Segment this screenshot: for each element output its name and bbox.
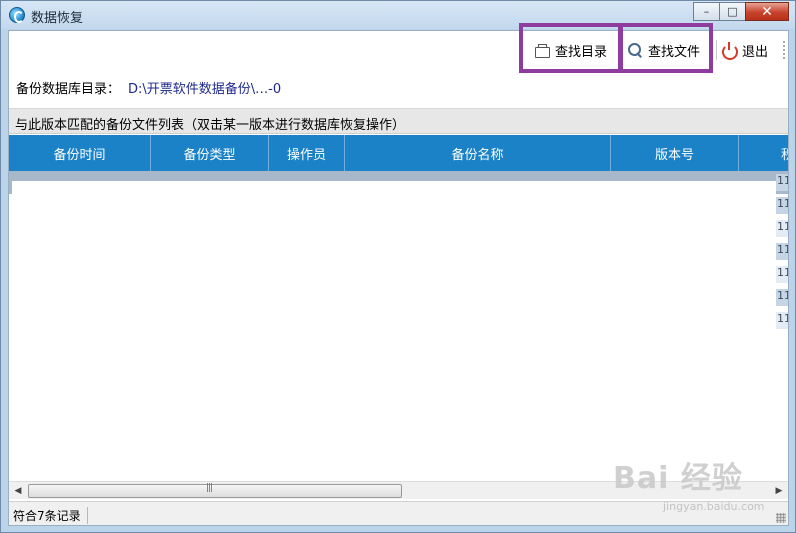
minimize-button[interactable]: –	[693, 2, 720, 21]
watermark-url: jingyan.baidu.com	[663, 500, 765, 513]
cell-truncated: 11	[776, 220, 788, 237]
column-truncated[interactable]: 积	[739, 135, 788, 171]
backup-directory-label: 备份数据库目录：	[16, 82, 121, 97]
toolbar-grip[interactable]	[783, 41, 785, 59]
window-title: 数据恢复	[31, 11, 84, 26]
client-area: 查找目录 查找文件 退出 备份数据库目录： D:\开票软件数据备份\…-0 与此版…	[8, 23, 789, 526]
column-version[interactable]: 版本号	[611, 135, 739, 171]
app-window: 数据恢复 – □ ✕ 查找目录 查找文件 退出 备份数据库目录： D:\开票软件…	[0, 0, 796, 533]
backup-list-title: 与此版本匹配的备份文件列表（双击某一版本进行数据库恢复操作）	[15, 118, 406, 133]
power-icon	[721, 42, 738, 60]
annotation-box-find-directory	[519, 23, 622, 73]
scroll-right-icon[interactable]: ▶	[772, 484, 786, 498]
scroll-left-icon[interactable]: ◀	[11, 484, 25, 498]
column-backup-time[interactable]: 备份时间	[9, 135, 151, 171]
watermark-brand: Bai 经验	[613, 461, 743, 496]
close-button[interactable]: ✕	[745, 2, 789, 21]
table-header: 备份时间 备份类型 操作员 备份名称 版本号 积	[9, 135, 788, 171]
cell-truncated: 11	[776, 197, 788, 214]
backup-list-groupbar: 与此版本匹配的备份文件列表（双击某一版本进行数据库恢复操作）	[9, 108, 788, 134]
exit-button[interactable]: 退出	[721, 31, 768, 69]
column-operator[interactable]: 操作员	[269, 135, 345, 171]
backup-directory-line: 备份数据库目录： D:\开票软件数据备份\…-0	[16, 78, 281, 97]
column-backup-type[interactable]: 备份类型	[151, 135, 269, 171]
backup-directory-value: D:\开票软件数据备份\…-0	[128, 82, 282, 97]
toolbar-separator	[716, 40, 717, 60]
cell-truncated: 11	[776, 174, 788, 191]
resize-grip-icon[interactable]	[776, 513, 786, 523]
restore-button[interactable]: □	[719, 2, 746, 21]
app-logo-icon	[9, 7, 25, 23]
backup-table[interactable]: 备份时间 备份类型 操作员 备份名称 版本号 积 11 11 11 11 11 …	[9, 135, 788, 480]
annotation-box-find-file	[619, 23, 713, 73]
scroll-thumb[interactable]	[28, 483, 402, 498]
cell-truncated: 11	[776, 312, 788, 329]
cell-truncated: 11	[776, 266, 788, 283]
cell-truncated: 11	[776, 243, 788, 260]
record-count: 符合7条记录	[13, 507, 88, 524]
watermark-logo: Bai 经验	[613, 453, 743, 497]
exit-label: 退出	[742, 44, 769, 60]
toolbar: 查找目录 查找文件 退出	[9, 23, 788, 73]
column-backup-name[interactable]: 备份名称	[345, 135, 611, 171]
redacted-area	[12, 181, 776, 335]
window-controls: – □ ✕	[693, 2, 789, 22]
cell-truncated: 11	[776, 289, 788, 306]
